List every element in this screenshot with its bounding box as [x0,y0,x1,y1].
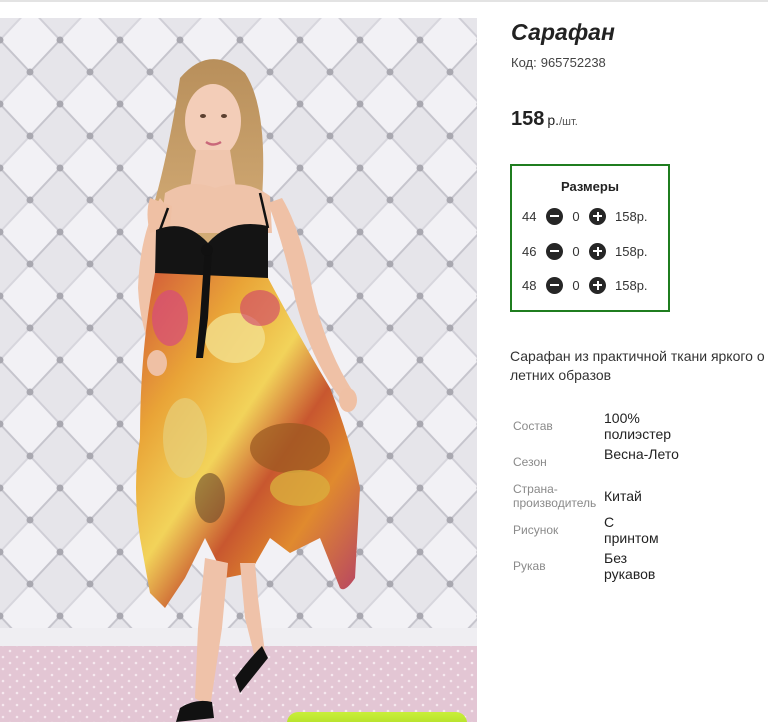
plus-circle-icon[interactable] [589,276,606,294]
product-title: Сарафан [511,19,615,45]
size-row-48: 48 0 158р. [522,275,648,295]
size-label: 46 [522,243,537,259]
property-key: Состав [513,419,553,433]
size-quantity: 0 [572,243,580,259]
sizes-panel: Размеры 44 0 158р. 46 0 158р. 48 0 158р. [510,164,670,312]
property-value: 100% полиэстер [604,410,672,442]
property-key: Рисунок [513,523,559,537]
product-description: Сарафан из практичной ткани яркого о лет… [510,347,768,385]
minus-circle-icon[interactable] [546,207,563,225]
top-divider [0,0,768,2]
property-value: Китай [604,488,642,504]
size-row-44: 44 0 158р. [522,206,648,226]
plus-circle-icon[interactable] [589,207,606,225]
sku-value: 965752238 [540,55,606,70]
plus-circle-icon[interactable] [589,242,606,260]
size-price: 158р. [615,208,648,224]
property-value: Без рукавов [604,550,656,582]
size-quantity: 0 [572,208,580,224]
sizes-title: Размеры [561,179,619,194]
sku-label: Код: [511,55,537,70]
size-row-46: 46 0 158р. [522,241,648,261]
size-quantity: 0 [572,277,580,293]
price-currency: р. [547,112,560,128]
size-price: 158р. [615,277,648,293]
product-photo[interactable] [0,18,477,722]
property-key: Страна-производитель [513,482,597,510]
property-key: Сезон [513,455,547,469]
price-amount: 158 [511,108,545,130]
description-line: летних образов [510,367,612,383]
size-price: 158р. [615,243,648,259]
add-to-cart-button[interactable] [287,712,467,722]
property-value: Весна-Лето [604,446,679,462]
minus-circle-icon[interactable] [546,242,563,260]
minus-circle-icon[interactable] [546,276,563,294]
price-unit: /шт. [559,116,578,128]
size-label: 48 [522,277,537,293]
product-price: 158 р./шт. [511,108,578,131]
size-label: 44 [522,208,537,224]
property-value: С принтом [604,514,659,546]
product-sku: Код: 965752238 [511,55,606,70]
property-key: Рукав [513,559,546,573]
description-line: Сарафан из практичной ткани яркого о [510,348,765,364]
